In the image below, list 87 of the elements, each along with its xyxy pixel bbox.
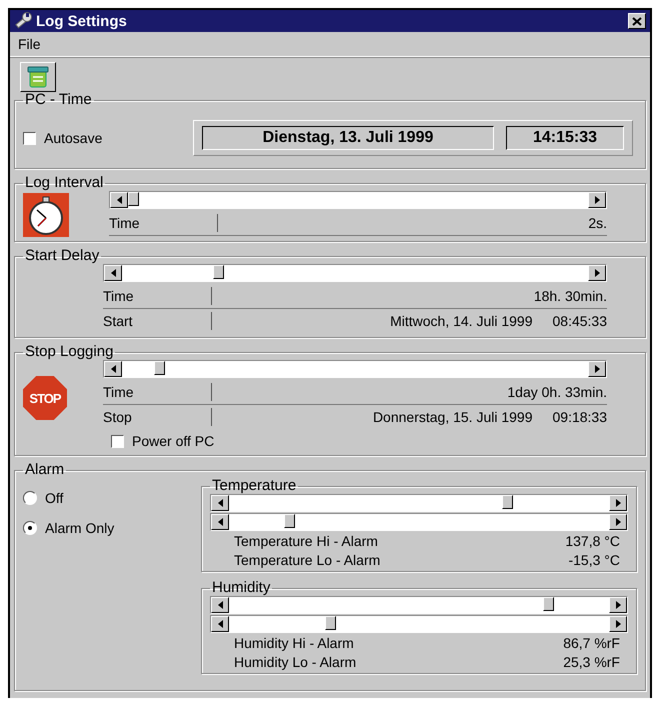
scroll-right-button[interactable] [609, 597, 627, 613]
scrollbar[interactable] [109, 191, 607, 209]
stop-sign-icon: STOP [23, 376, 67, 420]
row-value: 2s. [588, 215, 607, 231]
scroll-right-button[interactable] [609, 514, 627, 530]
row-value: 18h. 30min. [534, 288, 607, 304]
right-arrow-icon [594, 269, 600, 277]
left-arrow-icon [116, 196, 122, 204]
scroll-left-button[interactable] [104, 361, 122, 377]
row-label: Time [103, 287, 212, 305]
scrollbar[interactable] [103, 360, 607, 378]
scroll-left-button[interactable] [211, 514, 229, 530]
close-icon [632, 16, 642, 26]
group-title: Log Interval [24, 175, 104, 191]
group-title: Stop Logging [24, 344, 114, 360]
row-label: Stop [103, 408, 212, 426]
right-arrow-icon [616, 601, 620, 609]
left-arrow-icon [218, 601, 222, 609]
scrollbar-thumb[interactable] [213, 265, 224, 279]
left-arrow-icon [218, 499, 222, 507]
row-label: Time [109, 214, 218, 232]
right-arrow-icon [594, 196, 600, 204]
scrollbar-thumb[interactable] [324, 616, 336, 630]
group-title: Temperature [211, 478, 298, 494]
radio-label: Alarm Only [45, 520, 114, 536]
close-button[interactable] [628, 13, 646, 29]
group-title: Humidity [211, 580, 272, 596]
group-title: Alarm [24, 462, 66, 478]
scrollbar[interactable] [103, 264, 607, 282]
time-display: 14:15:33 [506, 126, 624, 150]
scroll-left-button[interactable] [211, 597, 229, 613]
radio-button[interactable] [23, 521, 37, 535]
reading-label: Temperature Hi - Alarm [234, 532, 378, 548]
left-arrow-icon [218, 620, 222, 628]
checkbox-label: Power off PC [132, 433, 214, 449]
group-title: Start Delay [24, 248, 100, 264]
scroll-left-button[interactable] [110, 192, 128, 208]
reading-value: 137,8 °C [565, 532, 620, 548]
right-arrow-icon [616, 499, 620, 507]
radio-button[interactable] [23, 491, 37, 505]
scroll-right-button[interactable] [588, 192, 606, 208]
row-label: Time [103, 383, 212, 401]
checkbox[interactable] [111, 434, 124, 448]
row-value: Donnerstag, 15. Juli 1999 [372, 409, 532, 425]
right-arrow-icon [616, 620, 620, 628]
scrollbar-thumb[interactable] [128, 192, 139, 206]
scroll-left-button[interactable] [211, 616, 229, 632]
group-title: PC - Time [24, 92, 93, 108]
scrollbar[interactable] [210, 596, 628, 614]
scroll-right-button[interactable] [588, 265, 606, 281]
reading-label: Temperature Lo - Alarm [234, 552, 380, 568]
reading-value: 25,3 %rF [563, 654, 620, 670]
scroll-right-button[interactable] [609, 616, 627, 632]
left-arrow-icon [218, 518, 222, 526]
checkbox-label: Autosave [44, 130, 102, 146]
scrollbar[interactable] [210, 513, 628, 531]
menu-item[interactable]: File [18, 36, 41, 52]
reading-label: Humidity Hi - Alarm [234, 634, 354, 650]
reading-value: 86,7 %rF [563, 634, 620, 650]
window-title: Log Settings [36, 12, 128, 30]
checkbox[interactable] [23, 132, 36, 144]
scrollbar[interactable] [210, 615, 628, 633]
right-arrow-icon [594, 365, 600, 373]
scroll-left-button[interactable] [104, 265, 122, 281]
date-display: Dienstag, 13. Juli 1999 [202, 126, 494, 150]
row-label: Start [103, 312, 212, 330]
radio-label: Off [45, 490, 64, 506]
scrollbar-thumb[interactable] [154, 361, 165, 375]
reading-label: Humidity Lo - Alarm [234, 654, 356, 670]
row-value: 08:45:33 [552, 313, 607, 329]
scrollbar[interactable] [210, 494, 628, 512]
scrollbar-thumb[interactable] [542, 597, 554, 611]
left-arrow-icon [110, 269, 116, 277]
stopwatch-icon [23, 193, 69, 237]
scroll-right-button[interactable] [588, 361, 606, 377]
reading-value: -15,3 °C [568, 552, 620, 568]
row-value: Mittwoch, 14. Juli 1999 [390, 313, 532, 329]
toolbar-button[interactable] [20, 62, 56, 92]
scroll-left-button[interactable] [211, 495, 229, 511]
scrollbar-thumb[interactable] [502, 495, 514, 509]
scroll-right-button[interactable] [609, 495, 627, 511]
row-value: 09:18:33 [552, 409, 607, 425]
scrollbar-thumb[interactable] [284, 514, 296, 528]
bin-icon [27, 65, 49, 89]
right-arrow-icon [616, 518, 620, 526]
row-value: 1day 0h. 33min. [507, 384, 607, 400]
left-arrow-icon [110, 365, 116, 373]
